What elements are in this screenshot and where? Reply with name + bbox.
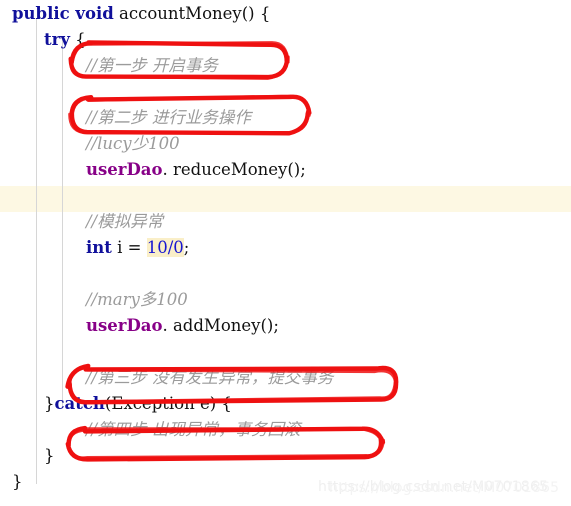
token-plain: { [69, 30, 86, 49]
token-plain: ; [183, 238, 190, 257]
token-keyword: int [86, 238, 112, 257]
token-plain: } [44, 446, 55, 465]
token-field: userDao [86, 316, 163, 335]
line-comment-lucy[interactable]: //lucy少100 [0, 131, 571, 157]
line-divide-by-zero[interactable]: int i = 10/0; [0, 235, 571, 261]
token-comment: //第一步 开启事务 [86, 56, 218, 75]
token-plain: } [12, 472, 23, 491]
token-keyword: public void [12, 4, 114, 23]
token-comment: //模拟异常 [86, 212, 164, 231]
line-reduce-money[interactable]: userDao. reduceMoney(); [0, 157, 571, 183]
token-plain: accountMoney() { [113, 4, 271, 23]
line-comment-mary[interactable]: //mary多100 [0, 287, 571, 313]
token-plain: . addMoney(); [162, 316, 279, 335]
token-keyword: catch [54, 394, 105, 413]
token-plain: . reduceMoney(); [162, 160, 306, 179]
token-plain: i = [111, 238, 147, 257]
token-keyword: try [44, 30, 70, 49]
line-comment-step4[interactable]: //第四步 出现异常，事务回滚 [0, 417, 571, 443]
line-comment-mock-exception[interactable]: //模拟异常 [0, 209, 571, 235]
line-try[interactable]: try { [0, 27, 571, 53]
token-comment: //第四步 出现异常，事务回滚 [86, 420, 301, 439]
line-blank-1[interactable] [0, 79, 571, 105]
token-comment: //第二步 进行业务操作 [86, 108, 251, 127]
line-close-catch[interactable]: } [0, 443, 571, 469]
token-plain: (Exception e) { [104, 394, 232, 413]
token-comment: //mary多100 [86, 290, 188, 309]
token-comment: //lucy少100 [86, 134, 180, 153]
line-add-money[interactable]: userDao. addMoney(); [0, 313, 571, 339]
watermark-front: https://blog.csdn.net/M0701865 [329, 480, 560, 496]
line-comment-step3[interactable]: //第三步 没有发生异常，提交事务 [0, 365, 571, 391]
line-blank-4[interactable] [0, 339, 571, 365]
line-blank-3[interactable] [0, 261, 571, 287]
token-plain: } [44, 394, 55, 413]
code-editor-canvas[interactable]: public void accountMoney() {try {//第一步 开… [0, 0, 571, 506]
line-method-signature[interactable]: public void accountMoney() { [0, 1, 571, 27]
token-field: userDao [86, 160, 163, 179]
line-blank-2[interactable] [0, 183, 571, 209]
line-comment-step1[interactable]: //第一步 开启事务 [0, 53, 571, 79]
token-comment: //第三步 没有发生异常，提交事务 [86, 368, 334, 387]
line-comment-step2[interactable]: //第二步 进行业务操作 [0, 105, 571, 131]
line-catch[interactable]: }catch(Exception e) { [0, 391, 571, 417]
token-number-highlight: 10/0 [146, 238, 184, 257]
